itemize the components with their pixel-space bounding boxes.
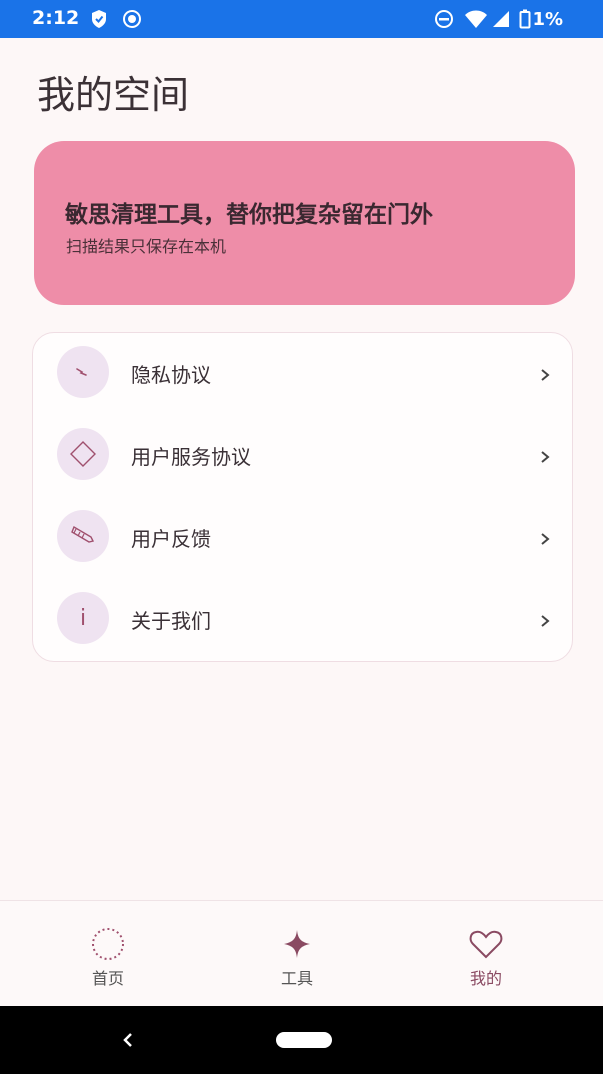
menu-item-privacy-policy[interactable]: 隐私协议 (33, 333, 572, 415)
hero-banner: 敏思清理工具，替你把复杂留在门外 扫描结果只保存在本机 (34, 141, 575, 305)
nav-label: 工具 (280, 969, 313, 988)
nav-item-tools[interactable]: 工具 (257, 927, 337, 989)
back-icon[interactable] (118, 1028, 138, 1052)
dotted-circle-icon (92, 928, 124, 960)
record-icon (123, 10, 141, 28)
pencil-icon (57, 510, 109, 562)
battery-icon (519, 9, 531, 29)
menu-item-about-us[interactable]: i 关于我们 (33, 579, 572, 661)
wifi-icon (465, 10, 487, 28)
chevron-right-icon (541, 369, 550, 381)
nav-item-mine[interactable]: 我的 (446, 927, 526, 989)
hero-subtitle: 扫描结果只保存在本机 (66, 237, 227, 256)
menu-item-user-agreement[interactable]: 用户服务协议 (33, 415, 572, 497)
menu-item-label: 关于我们 (131, 609, 211, 633)
menu-item-label: 用户反馈 (131, 527, 211, 551)
bottom-navigation: 首页 工具 我的 (0, 900, 603, 1007)
heart-icon (469, 930, 503, 959)
page-title: 我的空间 (37, 73, 190, 117)
chevron-right-icon (541, 615, 550, 627)
diamond-icon (57, 428, 109, 480)
menu-item-label: 隐私协议 (131, 363, 211, 387)
chevron-right-icon (541, 451, 550, 463)
home-button[interactable] (276, 1032, 332, 1048)
shield-icon (92, 10, 106, 28)
menu-item-feedback[interactable]: 用户反馈 (33, 497, 572, 579)
battery-level: 1% (532, 9, 563, 30)
lightning-icon (57, 346, 109, 398)
hero-title: 敏思清理工具，替你把复杂留在门外 (65, 202, 433, 228)
nav-label: 首页 (91, 969, 124, 988)
signal-icon (493, 11, 509, 27)
settings-menu-card: 隐私协议 用户服务协议 用户反馈 i 关于我们 (32, 332, 573, 662)
nav-label: 我的 (469, 969, 502, 988)
chevron-right-icon (541, 533, 550, 545)
dnd-icon (435, 10, 453, 28)
info-icon: i (57, 592, 109, 644)
menu-item-label: 用户服务协议 (131, 445, 251, 469)
status-bar: 2:12 1% (0, 0, 603, 38)
status-time: 2:12 (32, 7, 80, 29)
nav-item-home[interactable]: 首页 (68, 927, 148, 989)
sparkle-icon (284, 930, 310, 958)
system-navigation-bar (0, 1006, 603, 1074)
